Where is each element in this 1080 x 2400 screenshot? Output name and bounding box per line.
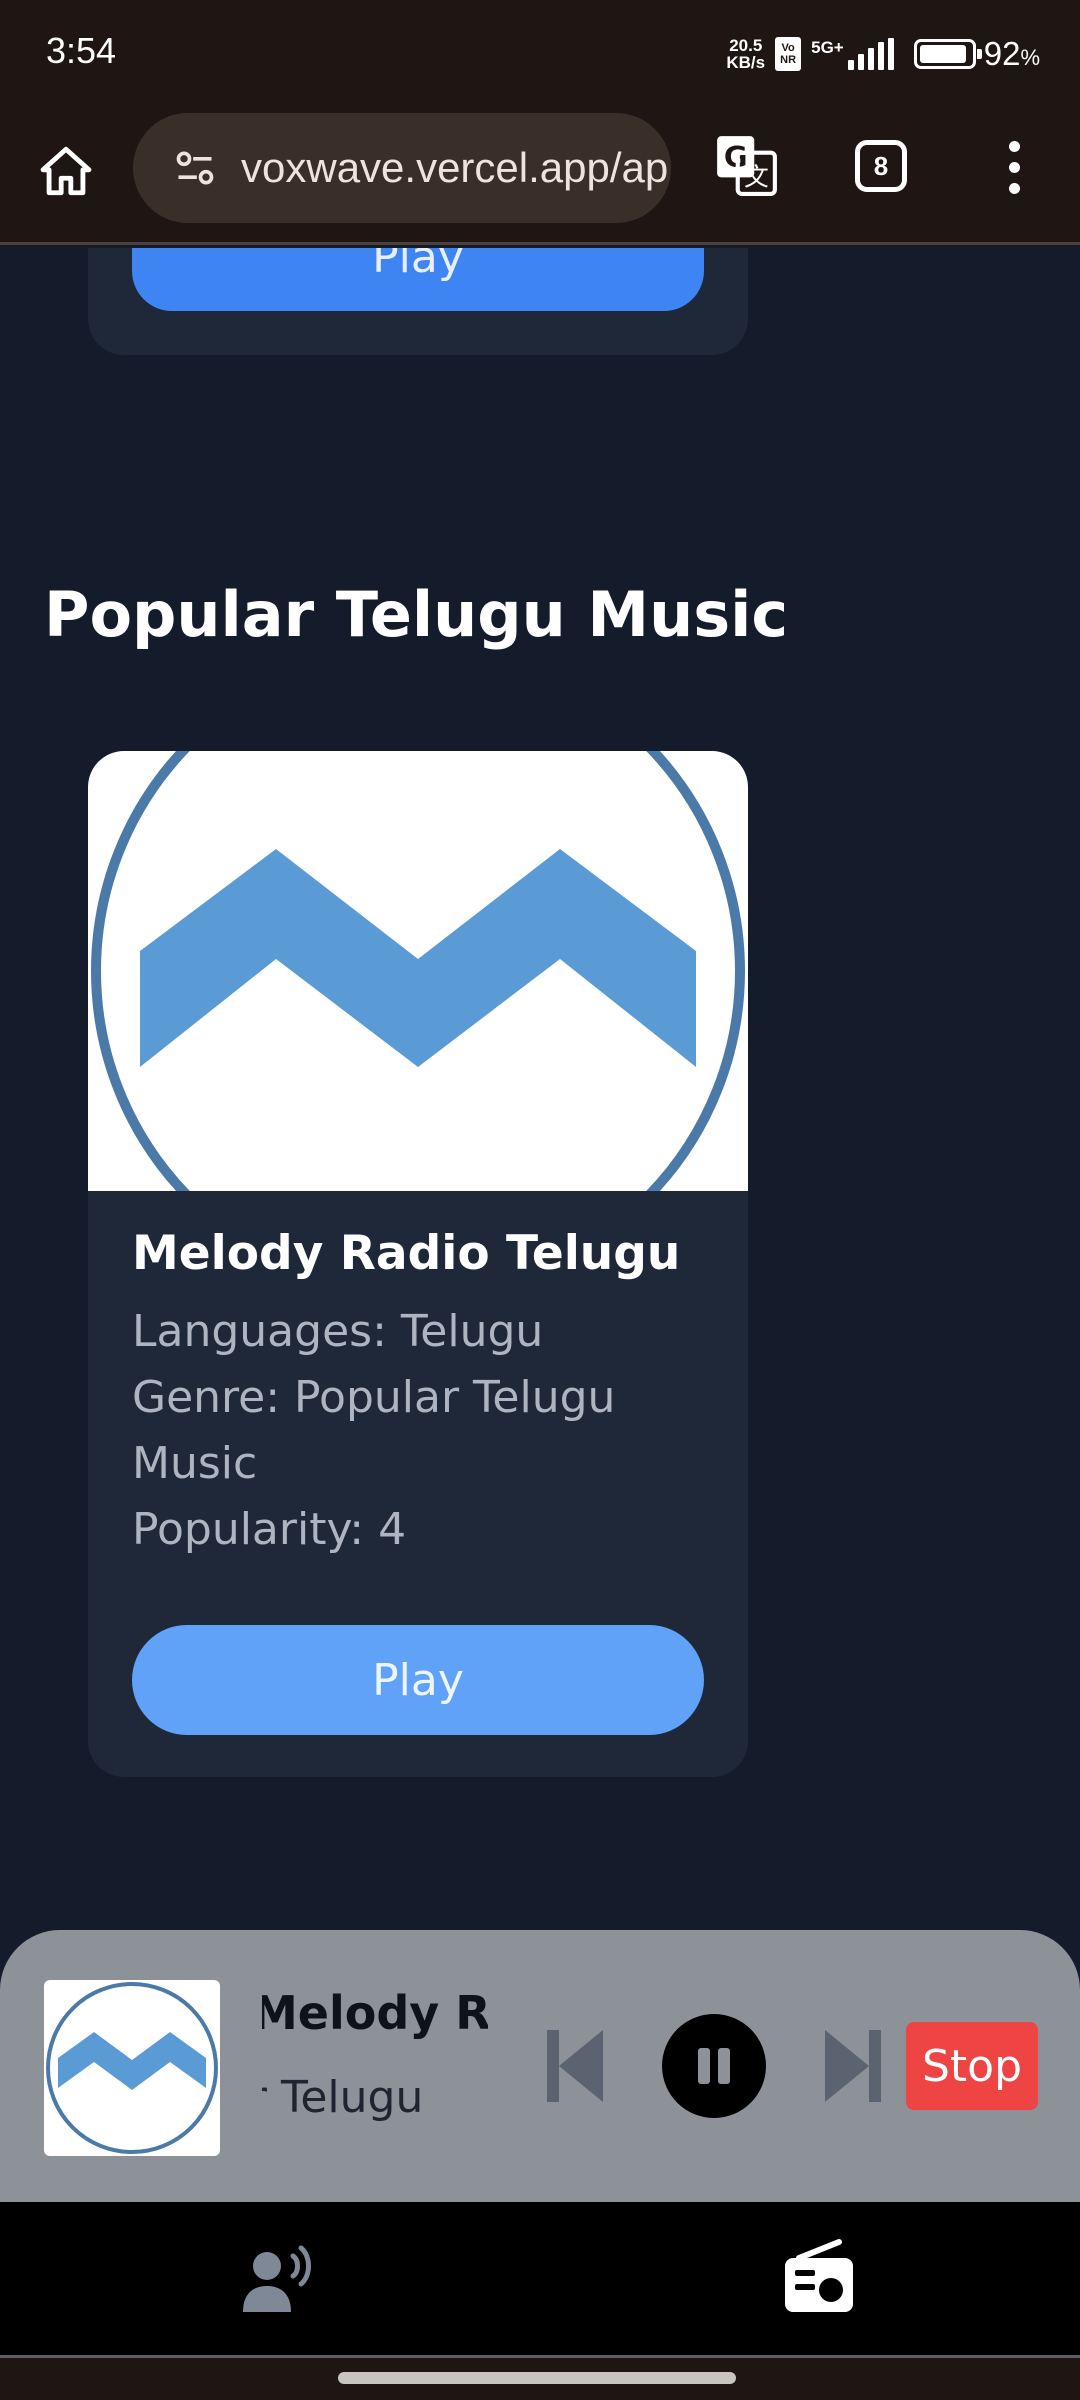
voice-speaker-icon (243, 2245, 311, 2312)
browser-toolbar: voxwave.vercel.app/ap G 文 8 (0, 105, 1080, 245)
url-text: voxwave.vercel.app/ap (241, 144, 669, 191)
gesture-handle[interactable] (338, 2372, 736, 2384)
tab-count: 8 (855, 140, 907, 192)
network-speed-value: 20.5 (729, 36, 763, 55)
player-artwork (44, 1980, 220, 2156)
skip-previous-icon (547, 2030, 603, 2102)
nav-item-radio[interactable] (774, 2238, 864, 2318)
status-time: 3:54 (46, 30, 117, 71)
battery-percent: 92% (983, 35, 1040, 72)
page-content: Play Popular Telugu Music Melody Radio T… (0, 248, 1080, 1928)
bottom-nav (0, 2202, 1080, 2355)
network-speed-unit: KB/s (726, 53, 766, 72)
station-genre-line1: Genre: Popular Telugu (132, 1372, 616, 1423)
station-popularity: Popularity: 4 (132, 1504, 407, 1555)
pause-button[interactable] (662, 2014, 766, 2118)
home-button[interactable] (28, 133, 104, 209)
gesture-bar (0, 2358, 1080, 2400)
player-genre: Popular Telugu (262, 2072, 424, 2123)
signal-icon: 5G+ (811, 38, 894, 70)
pause-icon (698, 2048, 730, 2084)
network-type: 5G+ (811, 38, 844, 57)
site-settings-icon[interactable] (173, 146, 217, 190)
station-name: Melody Radio Telugu (132, 1226, 681, 1281)
translate-icon: G 文 (717, 136, 777, 196)
status-bar: 3:54 20.5 KB/s Vo NR 5G+ 92% (0, 0, 1080, 105)
home-icon (40, 146, 92, 196)
translate-button[interactable]: G 文 (708, 127, 784, 203)
battery-fill (919, 45, 966, 63)
screen: 3:54 20.5 KB/s Vo NR 5G+ 92% voxwave.ver… (0, 0, 1080, 2400)
station-languages: Languages: Telugu (132, 1306, 544, 1357)
station-logo (88, 751, 748, 1298)
station-info: Melody Radio Telugu Languages: Telugu Ge… (132, 1226, 722, 1563)
battery-indicator: 92% (913, 35, 1040, 73)
nav-item-voice[interactable] (234, 2238, 324, 2318)
player-title: Melody Ra (262, 1986, 488, 2040)
volte-top: Vo (781, 42, 795, 54)
network-speed: 20.5 KB/s (726, 37, 765, 71)
address-bar[interactable]: voxwave.vercel.app/ap (133, 113, 671, 223)
status-indicators: 20.5 KB/s Vo NR 5G+ 92% (726, 30, 1040, 78)
radio-icon (785, 2239, 853, 2312)
tab-switcher-button[interactable]: 8 (848, 133, 914, 199)
play-button-previous[interactable]: Play (132, 248, 704, 311)
station-genre-line2: Music (132, 1438, 258, 1489)
melody-logo-icon (91, 751, 745, 1298)
signal-bars-icon (847, 38, 894, 70)
skip-next-icon (825, 2030, 881, 2102)
volte-icon: Vo NR (775, 37, 802, 71)
skip-previous-button[interactable] (540, 2026, 610, 2106)
station-card: Melody Radio Telugu Languages: Telugu Ge… (88, 751, 748, 1777)
mini-player: Melody Ra Popular Telugu Stop (0, 1930, 1080, 2202)
station-card-previous: Play (88, 248, 748, 355)
section-title: Popular Telugu Music (44, 578, 789, 651)
melody-logo-small-icon (46, 1982, 218, 2154)
play-button[interactable]: Play (132, 1625, 704, 1735)
battery-icon (913, 39, 982, 69)
stop-button[interactable]: Stop (906, 2022, 1038, 2110)
volte-bottom: NR (780, 54, 797, 66)
more-vert-icon[interactable] (992, 129, 1036, 205)
player-now-playing: Melody Ra Popular Telugu (262, 1986, 488, 2156)
skip-next-button[interactable] (818, 2026, 888, 2106)
svg-text:文: 文 (744, 163, 769, 192)
